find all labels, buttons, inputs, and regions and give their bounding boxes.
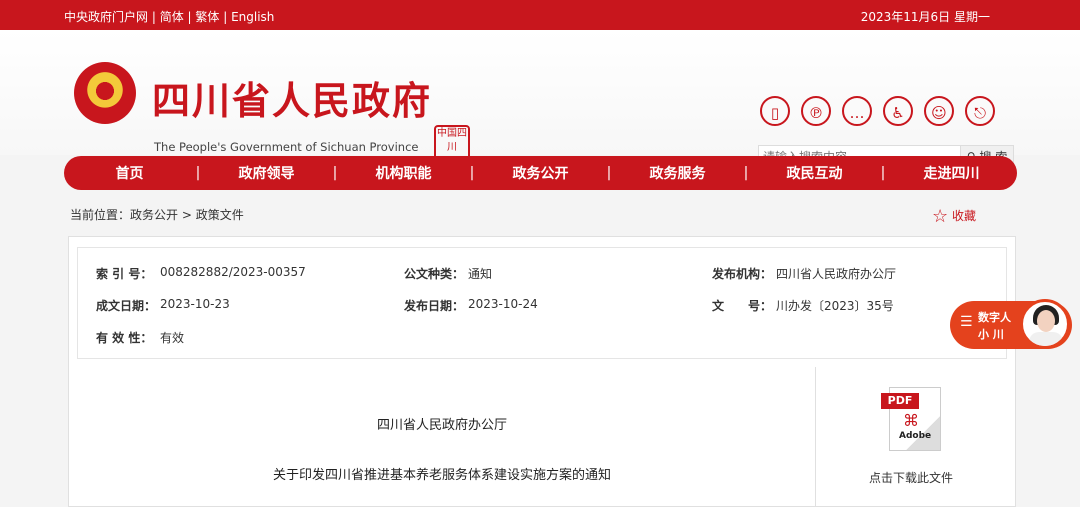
link-central-gov[interactable]: 中央政府门户网 bbox=[64, 10, 148, 24]
document-org: 四川省人民政府办公厅 bbox=[376, 418, 507, 433]
nav-interaction[interactable]: 政民互动 bbox=[749, 163, 880, 183]
link-english[interactable]: English bbox=[231, 10, 274, 24]
type-value: 通知 bbox=[468, 267, 493, 281]
agency-value: 四川省人民政府办公厅 bbox=[776, 267, 897, 281]
favorite-button[interactable]: ☆ 收藏 bbox=[932, 206, 976, 227]
elderly-mode-icon[interactable]: ☺ bbox=[924, 96, 954, 126]
top-bar: 中央政府门户网 | 简体 | 繁体 | English 2023年11月6日 星… bbox=[0, 0, 1080, 30]
created-value: 2023-10-23 bbox=[160, 297, 230, 311]
site-subtitle: The People's Government of Sichuan Provi… bbox=[154, 140, 419, 154]
document-body: 四川省人民政府办公厅 关于印发四川省推进基本养老服务体系建设实施方案的通知 bbox=[69, 367, 815, 506]
mobile-icon[interactable]: ▯ bbox=[760, 96, 790, 126]
header-icons: ▯ ℗ … ♿ ☺ ⎋ bbox=[760, 96, 1006, 126]
menu-icon: ☰ bbox=[960, 314, 973, 330]
favorite-label: 收藏 bbox=[951, 209, 976, 223]
docno-value: 川办发〔2023〕35号 bbox=[776, 299, 894, 313]
breadcrumb: 当前位置：政务公开 > 政策文件 bbox=[70, 206, 244, 223]
site-title[interactable]: 四川省人民政府 bbox=[152, 70, 432, 125]
weibo-icon[interactable]: ℗ bbox=[801, 96, 831, 126]
top-links: 中央政府门户网 | 简体 | 繁体 | English bbox=[64, 10, 275, 24]
validity-value: 有效 bbox=[160, 331, 185, 345]
accessibility-icon[interactable]: ♿ bbox=[883, 96, 913, 126]
avatar-face bbox=[1037, 310, 1055, 332]
document-metadata: 索 引 号： 008282882/2023-00357 公文种类： 通知 发布机… bbox=[77, 247, 1007, 359]
assistant-line1: 数字人 bbox=[978, 311, 1011, 324]
adobe-label: Adobe bbox=[899, 431, 932, 441]
site-header: 四川省人民政府 The People's Government of Sichu… bbox=[0, 30, 1080, 169]
nav-public-affairs[interactable]: 政务公开 bbox=[475, 163, 606, 183]
avatar bbox=[1020, 299, 1070, 349]
link-simplified[interactable]: 简体 bbox=[160, 10, 184, 24]
breadcrumb-prefix: 当前位置： bbox=[70, 208, 131, 222]
created-label: 成文日期： bbox=[96, 299, 157, 313]
acrobat-icon: ⌘ bbox=[903, 411, 919, 430]
docno-label: 文 号： bbox=[712, 299, 773, 313]
assistant-line2: 小 川 bbox=[978, 328, 1004, 341]
divider bbox=[815, 367, 816, 506]
download-link[interactable]: 点击下载此文件 bbox=[869, 469, 953, 486]
pdf-icon[interactable]: PDF ⌘ Adobe bbox=[881, 387, 941, 451]
index-label: 索 引 号： bbox=[96, 267, 153, 281]
main-nav: 首页 | 政府领导 | 机构职能 | 政务公开 | 政务服务 | 政民互动 | … bbox=[64, 156, 1017, 190]
breadcrumb-path[interactable]: 政务公开 > 政策文件 bbox=[130, 208, 244, 222]
nav-home[interactable]: 首页 bbox=[64, 163, 195, 183]
nav-services[interactable]: 政务服务 bbox=[612, 163, 743, 183]
validity-label: 有 效 性： bbox=[96, 331, 153, 345]
index-value: 008282882/2023-00357 bbox=[160, 265, 306, 279]
chat-icon[interactable]: … bbox=[842, 96, 872, 126]
nav-functions[interactable]: 机构职能 bbox=[338, 163, 469, 183]
link-traditional[interactable]: 繁体 bbox=[195, 10, 219, 24]
nav-leaders[interactable]: 政府领导 bbox=[201, 163, 332, 183]
date-text: 2023年11月6日 星期一 bbox=[860, 10, 990, 24]
digital-assistant-button[interactable]: ☰ 数字人 小 川 bbox=[950, 299, 1072, 349]
published-label: 发布日期： bbox=[404, 299, 465, 313]
document-title: 关于印发四川省推进基本养老服务体系建设实施方案的通知 bbox=[272, 468, 611, 483]
star-icon: ☆ bbox=[932, 206, 949, 227]
agency-label: 发布机构： bbox=[712, 267, 773, 281]
published-value: 2023-10-24 bbox=[468, 297, 538, 311]
nav-about-sichuan[interactable]: 走进四川 bbox=[886, 163, 1017, 183]
document-panel: 索 引 号： 008282882/2023-00357 公文种类： 通知 发布机… bbox=[68, 236, 1016, 507]
national-emblem-icon[interactable] bbox=[74, 62, 136, 124]
avatar-body bbox=[1029, 332, 1063, 346]
pdf-tag: PDF bbox=[881, 393, 919, 409]
type-label: 公文种类： bbox=[404, 267, 465, 281]
exit-icon[interactable]: ⎋ bbox=[965, 96, 995, 126]
